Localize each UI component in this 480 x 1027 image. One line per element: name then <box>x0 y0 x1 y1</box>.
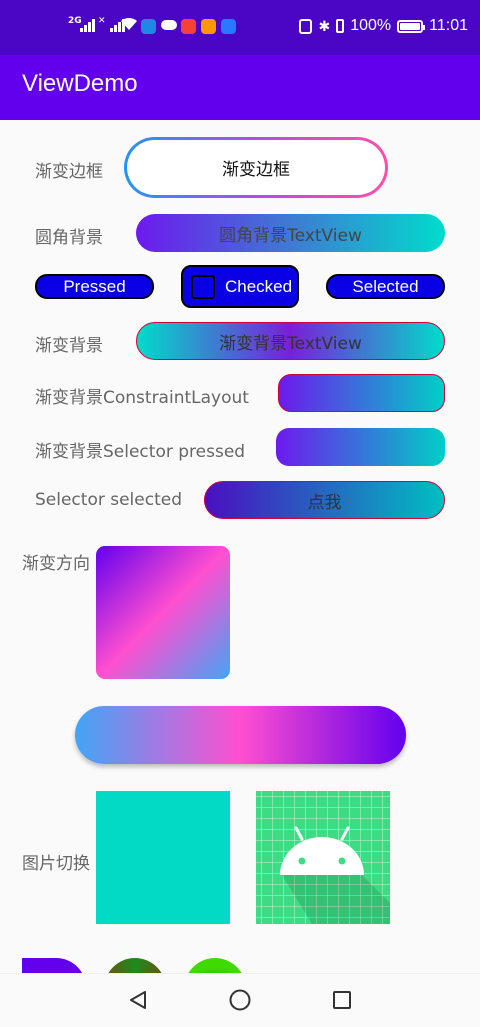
gradient-selector-pressed-view[interactable] <box>276 428 445 466</box>
round-background-textview[interactable]: 圆角背景TextView <box>136 214 445 252</box>
signal-bars-icon <box>80 19 96 32</box>
gradient-border-textview[interactable]: 渐变边框 <box>124 137 388 198</box>
selected-button[interactable]: Selected <box>326 274 445 299</box>
gradient-selector-pressed-label: 渐变背景Selector pressed <box>35 442 246 462</box>
status-bar: 2G ✕ ✱ 100% 11:01 <box>0 0 480 55</box>
wifi-icon <box>120 17 138 35</box>
signal-indicator-2: ✕ <box>98 16 125 32</box>
signal-indicator-1: 2G <box>68 16 95 32</box>
gradient-direction-label: 渐变方向 <box>22 554 90 574</box>
checked-checkbox[interactable]: Checked <box>181 265 299 308</box>
android-robot-icon <box>280 826 390 924</box>
home-circle-icon <box>229 989 251 1011</box>
checked-checkbox-label: Checked <box>225 276 293 296</box>
battery-percent: 100% <box>350 17 392 34</box>
back-triangle-icon <box>130 991 146 1009</box>
teal-image[interactable] <box>96 791 230 924</box>
selector-selected-label: Selector selected <box>35 490 182 510</box>
diagonal-gradient-square <box>96 546 230 679</box>
pressed-button[interactable]: Pressed <box>35 274 154 299</box>
app-notification-icon <box>201 19 216 34</box>
bluetooth-icon: ✱ <box>318 17 331 34</box>
app-bar: ViewDemo <box>0 55 480 120</box>
battery-icon <box>397 19 426 33</box>
horizontal-gradient-pill <box>75 706 406 764</box>
app-title: ViewDemo <box>22 70 138 97</box>
pressed-button-label: Pressed <box>63 276 126 296</box>
app-notification-icon <box>221 19 236 34</box>
checkbox-icon[interactable] <box>191 274 215 299</box>
image-switch-label: 图片切换 <box>22 854 90 874</box>
selected-button-label: Selected <box>352 276 419 296</box>
round-background-label: 圆角背景 <box>35 228 103 248</box>
gradient-constraintlayout[interactable] <box>278 374 445 412</box>
recents-button[interactable] <box>330 988 354 1012</box>
clock: 11:01 <box>429 17 468 34</box>
gradient-background-textview[interactable]: 渐变背景TextView <box>136 322 445 360</box>
app-notification-icon <box>181 19 196 34</box>
nfc-icon <box>299 18 313 34</box>
gradient-background-label: 渐变背景 <box>35 336 103 356</box>
gradient-constraintlayout-label: 渐变背景ConstraintLayout <box>35 388 249 408</box>
android-logo-image[interactable] <box>256 791 390 924</box>
recents-square-icon <box>333 991 351 1009</box>
cloud-icon <box>161 20 177 30</box>
gradient-border-text: 渐变边框 <box>127 140 385 195</box>
vibrate-icon <box>336 19 345 33</box>
navigation-bar <box>0 973 480 1027</box>
app-notification-icon <box>141 19 156 34</box>
home-button[interactable] <box>228 988 252 1012</box>
click-me-button[interactable]: 点我 <box>204 481 445 519</box>
back-button[interactable] <box>126 988 150 1012</box>
gradient-border-label: 渐变边框 <box>35 162 103 182</box>
